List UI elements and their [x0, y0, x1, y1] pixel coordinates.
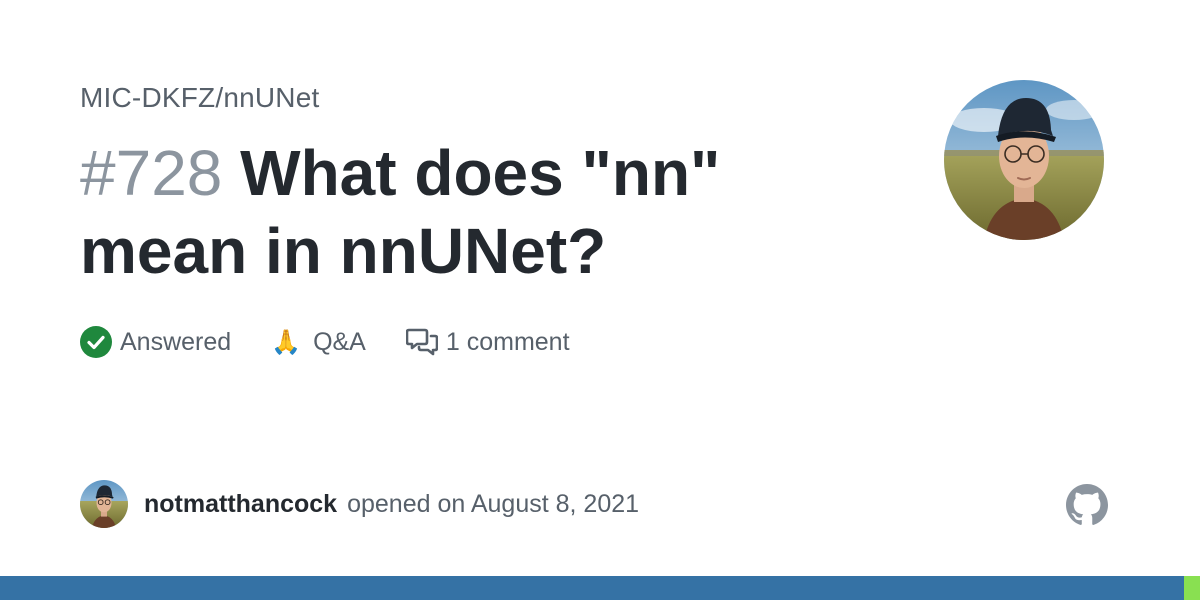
- issue-number: #728: [80, 137, 223, 209]
- author-username[interactable]: notmatthancock: [144, 490, 337, 519]
- author-line: notmatthancock opened on August 8, 2021: [80, 480, 639, 528]
- answered-status: Answered: [80, 326, 231, 358]
- opened-date: opened on August 8, 2021: [347, 489, 640, 518]
- author-avatar-large: [944, 80, 1104, 240]
- social-preview-card: MIC-DKFZ/nnUNet #728 What does "nn" mean…: [0, 0, 1200, 600]
- check-circle-icon: [80, 326, 112, 358]
- comment-count[interactable]: 1 comment: [405, 327, 570, 357]
- category[interactable]: 🙏 Q&A: [271, 328, 366, 357]
- folded-hands-emoji: 🙏: [271, 328, 302, 356]
- discussion-title: #728 What does "nn" mean in nnUNet?: [80, 134, 840, 290]
- discussion-meta: Answered 🙏 Q&A 1 comment: [80, 322, 570, 362]
- github-logo-icon: [1066, 484, 1108, 531]
- language-bar-shell: [1184, 576, 1200, 600]
- author-avatar[interactable]: [80, 480, 128, 528]
- repo-name[interactable]: MIC-DKFZ/nnUNet: [80, 82, 319, 114]
- category-label: Q&A: [313, 327, 366, 356]
- language-bar-python: [0, 576, 1184, 600]
- comment-count-label: 1 comment: [445, 327, 570, 356]
- comment-discussion-icon: [405, 327, 438, 357]
- status-label: Answered: [120, 327, 232, 356]
